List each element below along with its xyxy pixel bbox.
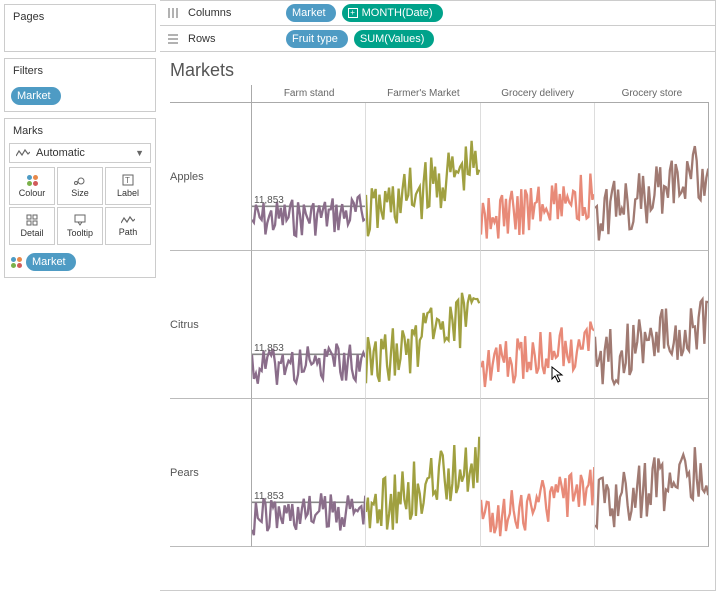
label-label: Label (117, 188, 139, 198)
marks-colour-pill[interactable]: Market (26, 253, 76, 271)
chevron-down-icon: ▼ (135, 148, 144, 158)
detail-icon (26, 214, 38, 226)
tooltip-icon (74, 214, 86, 226)
chart-cell[interactable]: 11,853 (252, 103, 366, 251)
colour-icon (11, 257, 22, 268)
row-header: Pears (170, 399, 252, 547)
chart-cell[interactable]: 11,853 (252, 399, 366, 547)
row-header: Apples (170, 103, 252, 251)
marks-colour-pill-label: Market (32, 256, 66, 268)
col-header: Grocery delivery (481, 85, 595, 103)
detail-button[interactable]: Detail (9, 207, 55, 245)
filter-pill-market[interactable]: Market (11, 87, 61, 105)
size-button[interactable]: Size (57, 167, 103, 205)
viz-grid: Farm standFarmer's MarketGrocery deliver… (170, 85, 709, 547)
reference-line-label: 11,853 (254, 491, 284, 502)
size-label: Size (71, 188, 89, 198)
filter-pill-label: Market (17, 90, 51, 102)
plus-icon: + (348, 8, 358, 18)
detail-label: Detail (20, 228, 43, 238)
label-icon: T (122, 174, 134, 186)
colour-button[interactable]: Colour (9, 167, 55, 205)
rows-label: Rows (188, 33, 278, 45)
size-icon (73, 174, 87, 186)
reference-line-label: 11,853 (254, 343, 284, 354)
tooltip-button[interactable]: Tooltip (57, 207, 103, 245)
chart-cell[interactable] (481, 399, 595, 547)
chart-cell[interactable] (481, 251, 595, 399)
col-header: Farmer's Market (366, 85, 480, 103)
columns-icon (166, 7, 180, 19)
rows-icon (166, 33, 180, 45)
path-button[interactable]: Path (105, 207, 151, 245)
label-button[interactable]: T Label (105, 167, 151, 205)
path-icon (121, 215, 135, 225)
chart-cell[interactable] (366, 399, 480, 547)
marks-type-dropdown[interactable]: Automatic ▼ (9, 143, 151, 163)
marks-panel: Marks Automatic ▼ Colour Size T Label (4, 118, 156, 278)
chart-cell[interactable] (366, 103, 480, 251)
filters-label: Filters (5, 59, 155, 83)
chart-cell[interactable] (595, 103, 709, 251)
svg-text:T: T (125, 176, 130, 185)
line-icon (16, 148, 30, 158)
rows-pill-fruit[interactable]: Fruit type (286, 30, 348, 48)
viz-area[interactable]: Markets Farm standFarmer's MarketGrocery… (160, 52, 716, 591)
rows-pill-sum[interactable]: SUM(Values) (354, 30, 435, 48)
columns-pill-month[interactable]: +MONTH(Date) (342, 4, 443, 22)
colour-icon (27, 175, 38, 186)
columns-shelf[interactable]: Columns Market +MONTH(Date) (160, 0, 716, 26)
row-header: Citrus (170, 251, 252, 399)
columns-pill-market[interactable]: Market (286, 4, 336, 22)
chart-cell[interactable] (595, 251, 709, 399)
viz-title: Markets (170, 60, 709, 81)
chart-cell[interactable] (366, 251, 480, 399)
tooltip-label: Tooltip (67, 228, 93, 238)
col-header: Grocery store (595, 85, 709, 103)
filters-panel: Filters Market (4, 58, 156, 112)
col-header: Farm stand (252, 85, 366, 103)
chart-cell[interactable]: 11,853 (252, 251, 366, 399)
chart-cell[interactable] (595, 399, 709, 547)
marks-type-label: Automatic (36, 147, 85, 159)
path-label: Path (119, 227, 138, 237)
pages-panel: Pages (4, 4, 156, 52)
reference-line-label: 11,853 (254, 195, 284, 206)
chart-cell[interactable] (481, 103, 595, 251)
rows-shelf[interactable]: Rows Fruit type SUM(Values) (160, 26, 716, 52)
columns-label: Columns (188, 7, 278, 19)
pages-label: Pages (5, 5, 155, 29)
marks-label: Marks (5, 119, 155, 143)
colour-label: Colour (19, 188, 46, 198)
